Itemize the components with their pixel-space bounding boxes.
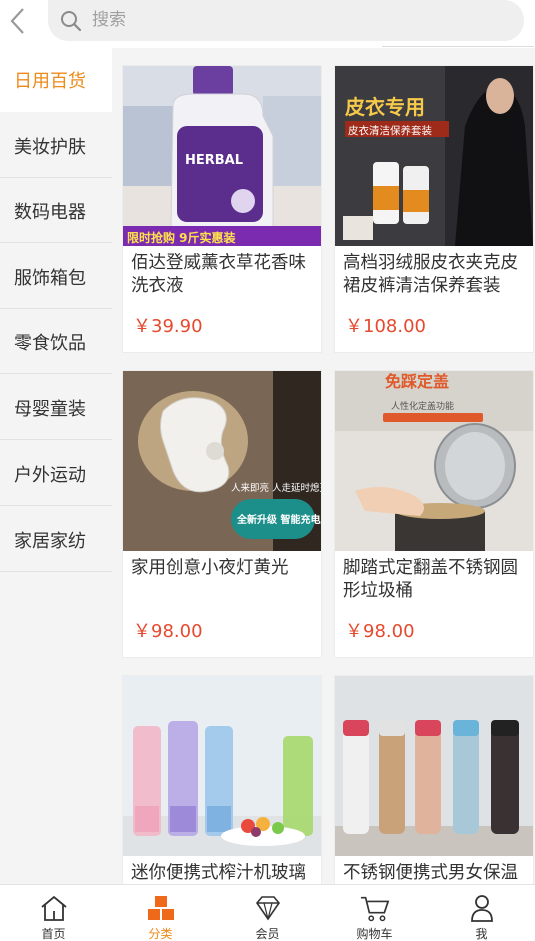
product-price: ￥98.00 xyxy=(133,621,203,642)
nav-item-me[interactable]: 我 xyxy=(428,885,535,941)
product-image: 免踩定盖 人性化定盖功能 xyxy=(335,371,533,551)
back-button[interactable] xyxy=(4,5,32,37)
nav-item-cart[interactable]: 购物车 xyxy=(321,885,428,941)
sidebar-item-outdoor[interactable]: 户外运动 xyxy=(0,442,112,506)
product-image xyxy=(335,676,533,856)
bottom-nav: 首页 分类 会员 购物车 我 xyxy=(0,884,535,941)
product-card[interactable]: 迷你便携式榨汁机玻璃 xyxy=(122,675,322,884)
product-price: ￥108.00 xyxy=(345,316,426,337)
header: 搜索 xyxy=(0,0,535,47)
product-image: 人来即亮 人走延时熄灭 全新升级 智能充电版 xyxy=(123,371,321,551)
nav-label: 我 xyxy=(475,927,488,941)
product-name: 高档羽绒服皮衣夹克皮裙皮裤清洁保养套装 xyxy=(343,253,518,296)
user-icon xyxy=(467,893,497,923)
home-icon xyxy=(39,893,69,923)
nav-label: 会员 xyxy=(255,927,280,941)
nav-label: 购物车 xyxy=(356,927,393,941)
divider xyxy=(382,46,534,47)
category-icon xyxy=(146,893,176,923)
sidebar-item-label: 家居家纺 xyxy=(14,530,86,552)
product-price: ￥39.90 xyxy=(133,316,203,337)
sidebar-item-label: 户外运动 xyxy=(14,464,86,486)
product-card[interactable]: 皮衣专用 皮衣清洁保养套装 高档羽绒服皮衣夹克皮裙皮裤清洁保养套装 ￥108.0… xyxy=(334,65,534,353)
sidebar-item-label: 数码电器 xyxy=(14,201,86,223)
diamond-icon xyxy=(253,893,283,923)
cart-icon xyxy=(360,893,390,923)
nav-item-home[interactable]: 首页 xyxy=(0,885,107,941)
product-name: 迷你便携式榨汁机玻璃 xyxy=(131,863,306,883)
product-card[interactable]: 不锈钢便携式男女保温 xyxy=(334,675,534,884)
sidebar-item-beauty[interactable]: 美妆护肤 xyxy=(0,114,112,178)
sidebar-item-snacks[interactable]: 零食饮品 xyxy=(0,310,112,374)
sidebar-item-apparel[interactable]: 服饰箱包 xyxy=(0,245,112,309)
nav-label: 分类 xyxy=(148,927,173,941)
product-name: 家用创意小夜灯黄光 xyxy=(131,558,289,578)
sidebar-item-digital[interactable]: 数码电器 xyxy=(0,179,112,243)
nav-item-member[interactable]: 会员 xyxy=(214,885,321,941)
product-image-subtitle-text: 皮衣清洁保养套装 xyxy=(348,124,432,137)
search-input[interactable]: 搜索 xyxy=(48,0,524,41)
product-image-feature-text: 人来即亮 人走延时熄灭 xyxy=(231,482,321,494)
sidebar-item-label: 美妆护肤 xyxy=(14,136,86,158)
search-placeholder: 搜索 xyxy=(92,10,126,30)
sidebar-item-home[interactable]: 家居家纺 xyxy=(0,508,112,572)
product-name: 不锈钢便携式男女保温 xyxy=(343,863,518,883)
product-price: ￥98.00 xyxy=(345,621,415,642)
category-sidebar: 日用百货 美妆护肤 数码电器 服饰箱包 零食饮品 母婴童装 户外运动 家居家纺 xyxy=(0,48,112,884)
product-image-title-text: 免踩定盖 xyxy=(385,372,449,391)
product-image xyxy=(123,676,321,856)
product-name: 脚踏式定翻盖不锈钢圆形垃圾桶 xyxy=(343,558,518,601)
sidebar-item-daily-goods[interactable]: 日用百货 xyxy=(0,48,112,112)
product-name: 佰达登威薰衣草花香味洗衣液 xyxy=(131,253,306,296)
product-grid: HERBAL 限时抢购 9斤实惠装 佰达登威薰衣草花香味洗衣液 ￥39.90 皮… xyxy=(112,48,535,884)
search-icon xyxy=(61,11,82,32)
chevron-left-icon xyxy=(10,8,24,34)
nav-item-category[interactable]: 分类 xyxy=(107,885,214,941)
product-image-promo-text: 限时抢购 9斤实惠装 xyxy=(127,230,236,245)
product-image-badge-text: 全新升级 智能充电版 xyxy=(236,513,321,526)
sidebar-item-label: 服饰箱包 xyxy=(14,267,86,289)
nav-label: 首页 xyxy=(41,927,66,941)
product-image-title-text: 皮衣专用 xyxy=(345,95,425,119)
product-image-subtitle-text: 人性化定盖功能 xyxy=(391,400,454,412)
product-card[interactable]: 免踩定盖 人性化定盖功能 脚踏式定翻盖不锈钢圆形垃圾桶 ￥98.00 xyxy=(334,370,534,658)
sidebar-item-baby[interactable]: 母婴童装 xyxy=(0,376,112,440)
product-card[interactable]: 人来即亮 人走延时熄灭 全新升级 智能充电版 家用创意小夜灯黄光 ￥98.00 xyxy=(122,370,322,658)
sidebar-item-label: 日用百货 xyxy=(14,70,86,92)
product-image-brand-text: HERBAL xyxy=(185,153,243,168)
product-image: 皮衣专用 皮衣清洁保养套装 xyxy=(335,66,533,246)
product-image: HERBAL 限时抢购 9斤实惠装 xyxy=(123,66,321,246)
sidebar-item-label: 母婴童装 xyxy=(14,398,86,420)
sidebar-item-label: 零食饮品 xyxy=(14,332,86,354)
product-card[interactable]: HERBAL 限时抢购 9斤实惠装 佰达登威薰衣草花香味洗衣液 ￥39.90 xyxy=(122,65,322,353)
